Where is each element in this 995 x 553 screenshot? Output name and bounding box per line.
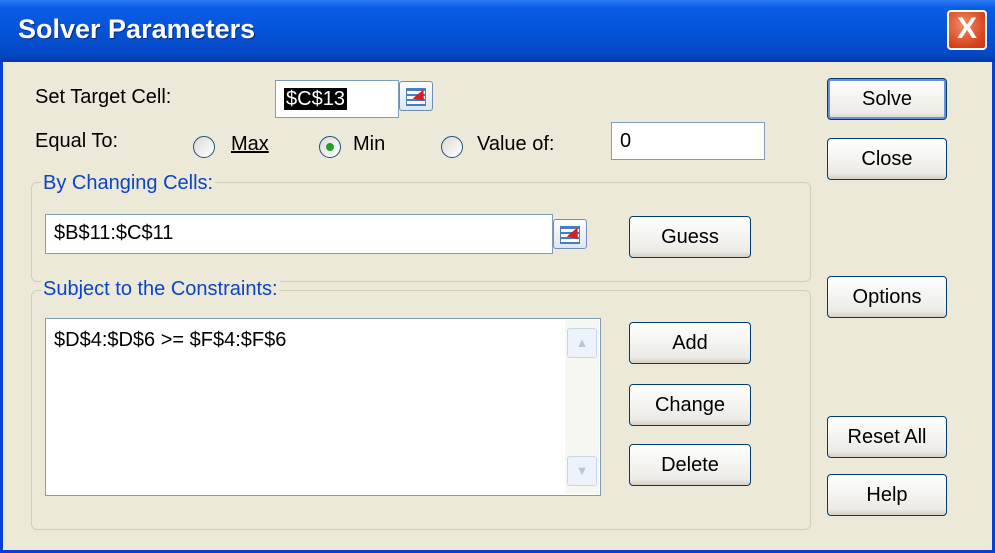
dialog-title: Solver Parameters (18, 14, 256, 44)
value-of-radio-label[interactable]: Value of: (477, 133, 554, 156)
equal-to-label: Equal To: (35, 130, 119, 152)
min-radio[interactable] (319, 136, 341, 158)
scroll-down-icon[interactable]: ▼ (567, 456, 597, 486)
reset-all-button[interactable]: Reset All (827, 416, 947, 458)
constraints-scrollbar[interactable]: ▲ ▼ (565, 320, 599, 494)
changing-cells-collapse-button[interactable] (553, 219, 587, 249)
constraint-item[interactable]: $D$4:$D$6 >= $F$4:$F$6 (54, 329, 286, 352)
scroll-up-icon[interactable]: ▲ (567, 328, 597, 358)
target-cell-input[interactable]: $C$13 (275, 80, 399, 118)
close-icon[interactable]: X (947, 10, 987, 50)
changing-cells-input[interactable]: $B$11:$C$11 (45, 214, 553, 254)
target-cell-collapse-button[interactable] (399, 81, 433, 111)
target-cell-value: $C$13 (284, 88, 347, 110)
radio-selected-dot (326, 143, 334, 151)
solver-dialog: Solver Parameters X Set Target Cell: $C$… (0, 0, 995, 553)
max-radio[interactable] (193, 136, 215, 158)
title-bar[interactable]: Solver Parameters X (0, 0, 995, 62)
constraints-label: Subject to the Constraints: (41, 278, 280, 301)
value-of-radio[interactable] (441, 136, 463, 158)
max-radio-label[interactable]: Max (231, 133, 269, 156)
close-button[interactable]: Close (827, 138, 947, 180)
options-button[interactable]: Options (827, 276, 947, 318)
changing-cells-label: By Changing Cells: (41, 172, 216, 195)
solve-button[interactable]: Solve (827, 78, 947, 120)
min-radio-label[interactable]: Min (353, 133, 385, 156)
change-button[interactable]: Change (629, 384, 751, 426)
guess-button[interactable]: Guess (629, 216, 751, 258)
add-button[interactable]: Add (629, 322, 751, 364)
target-cell-label: Set Target Cell: (35, 86, 172, 108)
delete-button[interactable]: Delete (629, 444, 751, 486)
value-of-input[interactable]: 0 (611, 122, 765, 160)
help-button[interactable]: Help (827, 474, 947, 516)
constraints-list[interactable]: $D$4:$D$6 >= $F$4:$F$6 ▲ ▼ (45, 318, 601, 496)
